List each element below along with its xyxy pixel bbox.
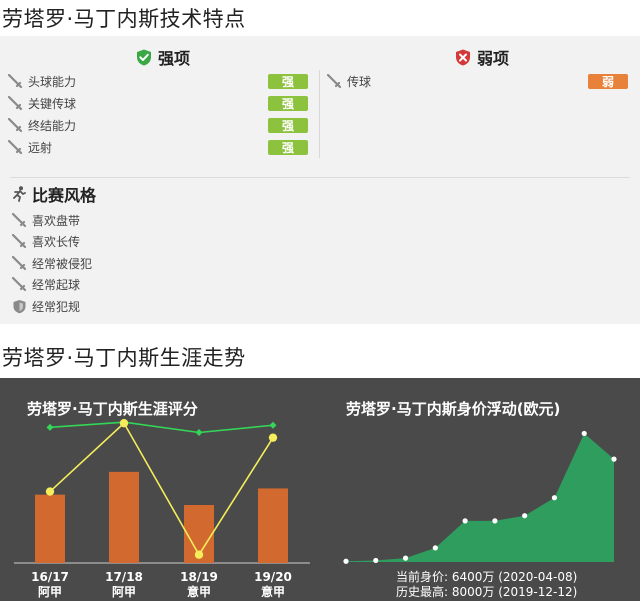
strengths-title: 强项 xyxy=(158,49,191,68)
weakness-item: 传球 xyxy=(327,72,371,90)
market-value-point xyxy=(402,555,409,561)
yellow-series-point xyxy=(45,487,55,496)
market-value-point xyxy=(492,518,498,524)
market-value-point xyxy=(462,518,468,524)
yellow-series-point xyxy=(268,433,278,442)
yellow-series-line xyxy=(49,421,274,557)
style-item: 经常起球 xyxy=(12,275,80,293)
strength-item: 关键传球 xyxy=(8,94,76,112)
career-charts-panel: 劳塔罗·马丁内斯生涯评分 劳塔罗·马丁内斯身价浮动(欧元) 16/17 阿甲 17/… xyxy=(0,378,640,601)
running-man-icon xyxy=(13,186,26,202)
section-divider xyxy=(10,177,630,178)
market-value-point xyxy=(611,456,617,462)
market-value-point xyxy=(551,495,558,501)
strength-label: 头球能力 xyxy=(28,74,77,89)
green-series-line xyxy=(49,421,274,434)
market-value-point xyxy=(432,545,438,551)
market-value-point xyxy=(373,557,379,564)
sword-icon xyxy=(12,255,27,270)
strong-badge: 强 xyxy=(268,74,308,89)
yellow-series-point xyxy=(194,550,204,559)
season-tick-label: 17/18 xyxy=(105,570,143,584)
league-tick-label: 意甲 xyxy=(187,584,211,599)
sword-icon xyxy=(327,73,342,88)
historical-high-value: 历史最高: 8000万 (2019-12-12) xyxy=(396,585,578,599)
sword-icon xyxy=(12,233,27,248)
style-label: 经常起球 xyxy=(32,277,81,292)
weakness-label: 传球 xyxy=(347,74,372,89)
style-label: 经常犯规 xyxy=(32,299,81,314)
style-label: 喜欢长传 xyxy=(32,234,81,249)
strong-badge: 强 xyxy=(268,140,308,155)
sword-icon xyxy=(8,95,23,110)
column-divider xyxy=(319,70,320,158)
sword-icon xyxy=(8,139,23,154)
green-series-point xyxy=(195,429,203,436)
features-panel: 强项 弱项 头球能力 强 关键传球 强 终结能力 强 远射 强 传球 弱 比赛风… xyxy=(0,36,640,324)
section-title-career: 劳塔罗·马丁内斯生涯走势 xyxy=(2,346,246,370)
strength-label: 终结能力 xyxy=(28,118,77,133)
strong-badge: 强 xyxy=(268,96,308,111)
check-shield-icon xyxy=(137,49,151,65)
market-value-area xyxy=(346,433,614,562)
play-style-header: 比赛风格 xyxy=(12,182,96,206)
market-value-point xyxy=(581,430,587,437)
sword-icon xyxy=(8,117,23,132)
strength-item: 终结能力 xyxy=(8,116,76,134)
cross-shield-icon xyxy=(456,49,470,65)
season-tick-label: 16/17 xyxy=(31,570,69,584)
section-title-features: 劳塔罗·马丁内斯技术特点 xyxy=(2,7,246,31)
league-tick-label: 阿甲 xyxy=(38,585,62,599)
strength-item: 远射 xyxy=(8,138,52,156)
weaknesses-header: 弱项 xyxy=(455,45,509,69)
market-value-point xyxy=(343,558,349,564)
strength-item: 头球能力 xyxy=(8,72,76,90)
style-item: 经常被侵犯 xyxy=(12,254,92,272)
season-tick-label: 18/19 xyxy=(180,570,218,584)
league-tick-label: 意甲 xyxy=(261,584,285,599)
season-tick-label: 19/20 xyxy=(254,570,292,584)
weak-badge: 弱 xyxy=(588,74,628,89)
green-series-point xyxy=(269,421,277,429)
style-label: 经常被侵犯 xyxy=(32,256,93,271)
weaknesses-title: 弱项 xyxy=(477,49,510,68)
strong-badge: 强 xyxy=(268,118,308,133)
green-series-point xyxy=(46,423,54,431)
market-value-point xyxy=(522,513,528,519)
style-item: 经常犯规 xyxy=(12,297,80,315)
strength-label: 关键传球 xyxy=(28,96,77,111)
strengths-header: 强项 xyxy=(136,45,190,69)
league-tick-label: 阿甲 xyxy=(112,585,136,599)
style-item: 喜欢盘带 xyxy=(12,211,80,229)
strength-label: 远射 xyxy=(28,140,53,155)
sword-icon xyxy=(12,212,27,227)
yellow-series-point xyxy=(119,418,129,428)
sword-icon xyxy=(8,73,23,88)
rating-bar xyxy=(258,488,288,563)
sword-icon xyxy=(12,276,27,291)
play-style-title: 比赛风格 xyxy=(32,186,97,205)
style-item: 喜欢长传 xyxy=(12,232,80,250)
rating-bar xyxy=(35,494,65,563)
shield-icon xyxy=(13,299,26,313)
rating-bar xyxy=(109,471,139,563)
style-label: 喜欢盘带 xyxy=(32,213,81,228)
